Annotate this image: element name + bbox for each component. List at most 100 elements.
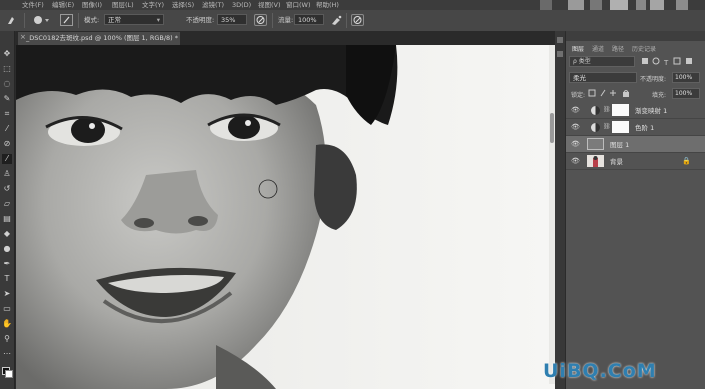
hand-tool-icon[interactable]: ✋ <box>2 319 12 329</box>
pressure-opacity-icon[interactable] <box>254 14 267 26</box>
lock-label: 锁定: <box>571 92 586 99</box>
fill-label: 填充: <box>652 92 667 99</box>
menu-layer[interactable]: 图层(L) <box>112 0 134 10</box>
opacity-input[interactable]: 35% <box>217 14 247 25</box>
filter-icons: T <box>640 57 700 67</box>
panel-icon[interactable] <box>557 51 563 57</box>
healing-brush-tool-icon[interactable]: ⊘ <box>2 139 12 149</box>
layer-row[interactable]: 👁 背景 🔒 <box>566 153 705 170</box>
opacity-value: 35% <box>221 16 236 24</box>
mode-value: 正常 <box>108 16 121 24</box>
blurred-region <box>590 0 602 10</box>
tool-preset-icon[interactable] <box>6 14 19 26</box>
menu-select[interactable]: 选择(S) <box>172 0 194 10</box>
scroll-thumb[interactable] <box>550 113 554 143</box>
panel-icon[interactable] <box>557 37 563 43</box>
brush-panel-icon[interactable] <box>60 14 73 26</box>
visibility-eye-icon[interactable]: 👁 <box>571 157 580 165</box>
layer-opacity-input[interactable]: 100% <box>672 72 700 83</box>
chain-link-icon[interactable]: ⛓ <box>603 106 611 113</box>
layer-mask-thumbnail[interactable] <box>612 121 629 133</box>
type-tool-icon[interactable]: T <box>2 274 12 284</box>
brush-preset-icon[interactable] <box>32 14 49 26</box>
gradient-tool-icon[interactable]: ▤ <box>2 214 12 224</box>
layer-name: 背景 <box>610 158 623 166</box>
adjustment-layer-icon <box>591 123 600 132</box>
blur-tool-icon[interactable]: ◆ <box>2 229 12 239</box>
layer-row-selected[interactable]: 👁 图层 1 <box>566 136 705 153</box>
blurred-region <box>610 0 628 10</box>
pressure-size-icon[interactable] <box>351 14 364 26</box>
close-tab-icon[interactable]: × <box>20 33 26 41</box>
menu-3d[interactable]: 3D(D) <box>232 0 251 10</box>
eyedropper-tool-icon[interactable]: ⁄ <box>2 124 12 134</box>
mode-select[interactable]: 正常 ▾ <box>104 14 164 25</box>
crop-tool-icon[interactable]: ⌗ <box>2 109 12 119</box>
flow-value: 100% <box>298 16 317 24</box>
tab-layers[interactable]: 图层 <box>572 44 584 53</box>
menu-window[interactable]: 窗口(W) <box>286 0 311 10</box>
lasso-tool-icon[interactable]: ◌ <box>2 79 12 89</box>
layer-thumbnail[interactable] <box>587 155 604 167</box>
menu-filter[interactable]: 滤镜(T) <box>202 0 224 10</box>
options-bar: 模式: 正常 ▾ 不透明度: 35% 流量: 100% <box>0 10 705 32</box>
chain-link-icon[interactable]: ⛓ <box>603 123 611 130</box>
history-brush-tool-icon[interactable]: ↺ <box>2 184 12 194</box>
blurred-region <box>568 0 584 10</box>
menu-type[interactable]: 文字(Y) <box>142 0 164 10</box>
blend-mode-value: 柔光 <box>573 74 586 82</box>
menu-image[interactable]: 图像(I) <box>82 0 102 10</box>
tab-channels[interactable]: 通道 <box>592 44 604 53</box>
menu-file[interactable]: 文件(F) <box>22 0 44 10</box>
layer-row[interactable]: 👁 ⛓ 色阶 1 <box>566 119 705 136</box>
marquee-tool-icon[interactable]: ⬚ <box>2 64 12 74</box>
move-tool-icon[interactable]: ✥ <box>2 49 12 59</box>
opacity-label: 不透明度: <box>186 16 215 24</box>
layer-name: 色阶 1 <box>635 124 655 132</box>
blurred-region <box>650 0 664 10</box>
path-select-tool-icon[interactable]: ➤ <box>2 289 12 299</box>
menu-edit[interactable]: 编辑(E) <box>52 0 74 10</box>
document-tab[interactable]: _DSC0182去斑纹.psd @ 100% (图层 1, RGB/8) * <box>18 32 180 45</box>
brush-tool-icon[interactable]: ⁄ <box>2 154 12 164</box>
flow-input[interactable]: 100% <box>294 14 324 25</box>
visibility-eye-icon[interactable]: 👁 <box>571 140 580 148</box>
lock-icons[interactable] <box>588 89 638 98</box>
canvas-image[interactable] <box>16 45 555 389</box>
layer-mask-thumbnail[interactable] <box>612 104 629 116</box>
visibility-eye-icon[interactable]: 👁 <box>571 123 580 131</box>
fill-input[interactable]: 100% <box>672 88 700 99</box>
photo-child-face <box>16 45 555 389</box>
collapsed-panel-strip <box>555 31 565 389</box>
layer-row[interactable]: 👁 ⛓ 渐变映射 1 <box>566 102 705 119</box>
tab-history[interactable]: 历史记录 <box>632 44 656 53</box>
background-color-swatch[interactable] <box>5 370 13 378</box>
mode-label: 模式: <box>84 16 100 24</box>
chevron-down-icon: ▾ <box>156 16 160 24</box>
blurred-region <box>636 0 646 10</box>
dodge-tool-icon[interactable]: ● <box>2 244 12 254</box>
blend-mode-select[interactable]: 柔光 <box>569 72 637 83</box>
clone-stamp-tool-icon[interactable]: ♙ <box>2 169 12 179</box>
layer-filter-select[interactable]: ρ 类型 <box>569 56 635 67</box>
pen-tool-icon[interactable]: ✒ <box>2 259 12 269</box>
rectangle-tool-icon[interactable]: ▭ <box>2 304 12 314</box>
zoom-tool-icon[interactable]: ⚲ <box>2 334 12 344</box>
visibility-eye-icon[interactable]: 👁 <box>571 106 580 114</box>
flow-label: 流量: <box>278 16 294 24</box>
fill-value: 100% <box>675 90 693 97</box>
more-tools-icon[interactable]: ⋯ <box>2 349 12 359</box>
quick-select-tool-icon[interactable]: ✎ <box>2 94 12 104</box>
layers-panel: 图层 通道 路径 历史记录 ρ 类型 T 柔光 不透明度: 100% 锁定: 填… <box>566 31 705 389</box>
layer-thumbnail[interactable] <box>587 138 604 150</box>
eraser-tool-icon[interactable]: ▱ <box>2 199 12 209</box>
blurred-region <box>676 0 688 10</box>
tab-paths[interactable]: 路径 <box>612 44 624 53</box>
airbrush-icon[interactable] <box>330 14 343 26</box>
menu-help[interactable]: 帮助(H) <box>316 0 339 10</box>
document-title: _DSC0182去斑纹.psd @ 100% (图层 1, RGB/8) * <box>26 34 179 42</box>
lock-icon[interactable]: 🔒 <box>682 157 691 165</box>
layer-name: 渐变映射 1 <box>635 107 668 115</box>
watermark-logo: UiBQ.CoM <box>543 360 705 386</box>
menu-view[interactable]: 视图(V) <box>258 0 281 10</box>
